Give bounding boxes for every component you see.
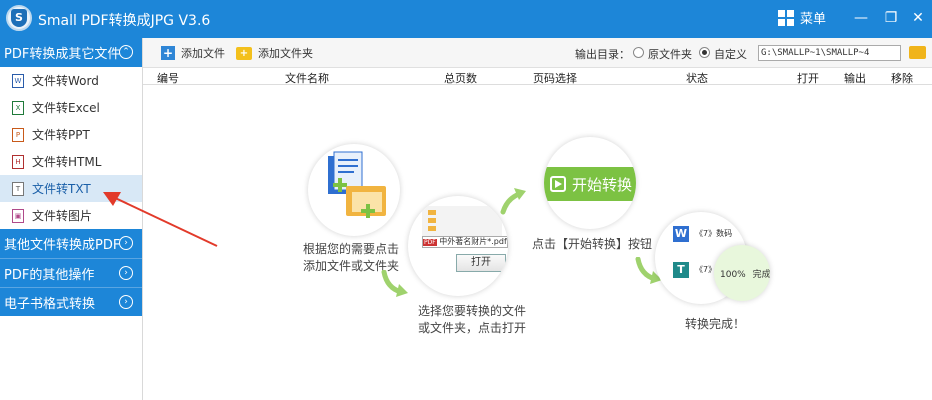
- result-item-2: 《7》: [695, 265, 717, 274]
- step2-text: 选择您要转换的文件 或文件夹，点击打开: [418, 303, 526, 337]
- browse-folder-icon[interactable]: [909, 46, 926, 59]
- radio-custom-folder[interactable]: [699, 47, 710, 58]
- step2-illustration: PDF 中外著名财片*.pdf;*. 打开: [408, 196, 508, 296]
- category-label: PDF的其他操作: [4, 267, 95, 283]
- word-file-icon: W: [12, 73, 24, 88]
- play-icon: [550, 176, 566, 192]
- title-bar: S Small PDF转换成JPG V3.6 菜单 — ❐ ✕: [0, 0, 932, 38]
- app-title: Small PDF转换成JPG V3.6: [38, 13, 211, 29]
- file-table-header: 编号 文件名称 总页数 页码选择 状态 打开 输出 移除: [143, 68, 932, 85]
- usage-guide: 根据您的需要点击 添加文件或文件夹 PDF 中外著名财片*.pdf;*. 打开 …: [143, 85, 932, 400]
- completion-badge: 100% 完成: [714, 245, 770, 301]
- step3-illustration: 开始转换: [544, 137, 636, 229]
- chevron-up-icon: ⌃: [119, 45, 133, 59]
- close-button[interactable]: ✕: [907, 7, 929, 29]
- col-status: 状态: [686, 72, 708, 85]
- ppt-file-icon: P: [12, 127, 24, 142]
- category-label: 电子书格式转换: [4, 296, 96, 312]
- radio-original-folder[interactable]: [633, 47, 644, 58]
- sidebar-item-word[interactable]: W 文件转Word: [0, 67, 142, 94]
- radio-custom-label: 自定义: [714, 48, 747, 61]
- output-path-input[interactable]: G:\SMALLP~1\SMALLP~4: [758, 45, 901, 61]
- menu-button[interactable]: 菜单: [778, 8, 826, 27]
- file-filter-text: 中外著名财片*.pdf;*.: [439, 237, 507, 246]
- sidebar-item-excel[interactable]: X 文件转Excel: [0, 94, 142, 121]
- pdf-badge-icon: PDF: [423, 239, 437, 246]
- col-page-select: 页码选择: [533, 72, 577, 85]
- completion-text: 100% 完成: [720, 267, 770, 280]
- app-logo-icon: S: [6, 5, 32, 31]
- red-pointer-arrow-icon: [103, 192, 218, 247]
- result-item-1: 《7》数码: [695, 229, 733, 238]
- col-number: 编号: [157, 72, 179, 85]
- menu-grid-icon: [778, 9, 794, 26]
- start-convert-preview: 开始转换: [544, 167, 636, 201]
- minimize-button[interactable]: —: [850, 7, 872, 29]
- col-output: 输出: [844, 72, 866, 85]
- add-folder-icon: +: [236, 46, 252, 60]
- step2-line2: 或文件夹，点击打开: [418, 321, 527, 335]
- add-file-icon: +: [161, 46, 175, 60]
- col-open: 打开: [797, 72, 819, 85]
- col-remove: 移除: [891, 72, 913, 85]
- start-convert-label: 开始转换: [572, 175, 633, 194]
- sidebar-item-label: 文件转图片: [32, 209, 93, 223]
- app-window: S Small PDF转换成JPG V3.6 菜单 — ❐ ✕ PDF转换成其它…: [0, 0, 932, 400]
- menu-label: 菜单: [800, 12, 827, 27]
- step3-text: 点击【开始转换】按钮: [532, 237, 653, 251]
- add-folder-label: 添加文件夹: [258, 47, 313, 60]
- sidebar-item-label: 文件转Word: [32, 74, 99, 88]
- txt-file-icon: T: [12, 181, 24, 196]
- add-files-illustration-icon: [328, 151, 386, 218]
- chevron-right-icon: ›: [119, 295, 133, 309]
- status-value: 完成: [752, 270, 770, 280]
- image-file-icon: ▣: [12, 208, 24, 223]
- step1-line1: 根据您的需要点击: [303, 242, 400, 256]
- add-file-label: 添加文件: [181, 47, 225, 60]
- step1-illustration: [308, 144, 400, 236]
- sidebar-category-pdf-ops[interactable]: PDF的其他操作 ›: [0, 258, 142, 287]
- arrow-down-right-icon: [381, 270, 408, 297]
- txt-result-icon: T: [673, 262, 689, 278]
- sidebar-category-pdf-to-other[interactable]: PDF转换成其它文件 ⌃: [0, 38, 142, 67]
- col-pages: 总页数: [444, 72, 477, 85]
- toolbar: + 添加文件 + 添加文件夹 输出目录： 原文件夹 自定义 G:\SMALLP~…: [143, 38, 932, 68]
- maximize-button[interactable]: ❐: [880, 7, 902, 29]
- sidebar-item-label: 文件转Excel: [32, 101, 100, 115]
- step2-line1: 选择您要转换的文件: [418, 304, 527, 318]
- word-result-icon: W: [673, 226, 689, 242]
- sidebar-item-html[interactable]: H 文件转HTML: [0, 148, 142, 175]
- file-list-preview: [422, 206, 502, 236]
- sidebar-item-ppt[interactable]: P 文件转PPT: [0, 121, 142, 148]
- excel-file-icon: X: [12, 100, 24, 115]
- category-label: PDF转换成其它文件: [4, 47, 121, 62]
- sidebar-item-label: 文件转PPT: [32, 128, 90, 142]
- chevron-right-icon: ›: [119, 266, 133, 280]
- html-file-icon: H: [12, 154, 24, 169]
- file-filter-field: PDF 中外著名财片*.pdf;*.: [422, 236, 508, 248]
- radio-original-label: 原文件夹: [648, 48, 692, 61]
- sidebar-category-ebook[interactable]: 电子书格式转换 ›: [0, 287, 142, 316]
- dialog-open-button: 打开: [456, 254, 506, 272]
- output-dir-label: 输出目录：: [575, 48, 630, 61]
- add-folder-button[interactable]: + 添加文件夹: [236, 45, 313, 61]
- progress-value: 100%: [720, 270, 746, 280]
- sidebar-item-label: 文件转TXT: [32, 182, 91, 196]
- col-filename: 文件名称: [285, 72, 329, 85]
- arrow-up-right-icon: [500, 188, 526, 215]
- sidebar-item-label: 文件转HTML: [32, 155, 102, 169]
- step4-text: 转换完成！: [685, 317, 746, 331]
- add-file-button[interactable]: + 添加文件: [161, 45, 225, 61]
